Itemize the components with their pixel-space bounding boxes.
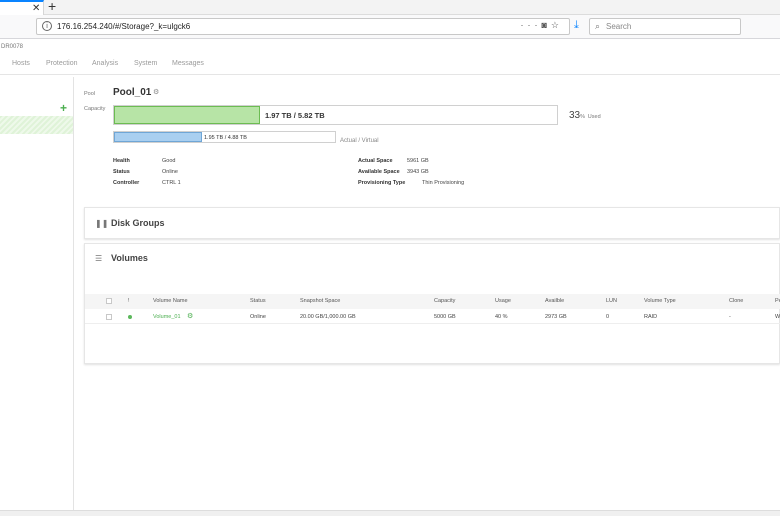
table-row[interactable]: Volume_01 ⚙ Online 20.00 GB/1,000.00 GB … <box>85 309 780 324</box>
search-input[interactable]: ⌕ Search <box>589 18 741 35</box>
nav-hosts[interactable]: Hosts <box>12 60 30 67</box>
pool-label: Pool <box>84 91 96 97</box>
volumes-table-header: ! Volume Name Status Snapshot Space Capa… <box>85 294 780 309</box>
volume-available: 2973 GB <box>545 314 567 320</box>
detail-label-health: Health <box>113 158 130 164</box>
info-icon[interactable]: i <box>42 21 52 31</box>
detail-label-status: Status <box>113 169 130 175</box>
bookmark-star-icon[interactable]: ☆ <box>551 20 563 30</box>
status-strip <box>0 510 780 516</box>
detail-value-actual-space: 5961 GB <box>407 158 429 164</box>
app-brand: DR0078 <box>1 44 24 50</box>
col-alert: ! <box>128 298 130 304</box>
pool-name: Pool_01 <box>113 87 152 98</box>
detail-value-health: Good <box>162 158 176 164</box>
search-icon: ⌕ <box>595 21 601 31</box>
volume-clone: - <box>729 314 731 320</box>
capacity-label: Capacity <box>84 106 106 112</box>
nav-analysis[interactable]: Analysis <box>92 60 118 67</box>
detail-value-status: Online <box>162 169 178 175</box>
search-placeholder: Search <box>606 22 632 31</box>
disk-groups-title[interactable]: Disk Groups <box>111 218 165 228</box>
browser-tab[interactable]: ✕ <box>0 0 44 15</box>
col-snapshot-space[interactable]: Snapshot Space <box>300 298 340 304</box>
nav-messages[interactable]: Messages <box>172 60 204 67</box>
col-clone[interactable]: Clone <box>729 298 743 304</box>
app-nav: Hosts Protection Analysis System Message… <box>0 53 780 75</box>
detail-value-available-space: 3943 GB <box>407 169 429 175</box>
database-icon: ☰ <box>95 254 103 263</box>
pocket-icon[interactable]: ◙ <box>541 20 550 30</box>
used-percent-value: 33 <box>569 110 581 121</box>
col-pe[interactable]: Pe <box>775 298 780 304</box>
virtual-fill <box>114 132 203 142</box>
disk-groups-panel[interactable]: ❚❚ Disk Groups <box>84 207 780 239</box>
detail-label-actual-space: Actual Space <box>358 158 393 164</box>
select-all-checkbox[interactable] <box>106 298 112 304</box>
col-usage[interactable]: Usage <box>495 298 511 304</box>
nav-system[interactable]: System <box>134 60 157 67</box>
detail-label-controller: Controller <box>113 180 140 186</box>
browser-tabbar: ✕ + <box>0 0 780 15</box>
volume-usage: 40 % <box>495 314 508 320</box>
new-tab-icon[interactable]: + <box>48 0 56 14</box>
capacity-fill <box>114 106 261 124</box>
col-capacity[interactable]: Capacity <box>434 298 455 304</box>
detail-label-provisioning: Provisioning Type <box>358 180 406 186</box>
volumes-title: Volumes <box>111 253 148 263</box>
row-checkbox[interactable] <box>106 314 112 320</box>
more-icon[interactable]: ··· <box>520 20 541 30</box>
capacity-text: 1.97 TB / 5.82 TB <box>265 111 325 120</box>
col-volume-name[interactable]: Volume Name <box>153 298 188 304</box>
used-percent-unit: % <box>580 114 586 120</box>
download-icon[interactable]: ⤓ <box>574 19 579 32</box>
gear-icon[interactable]: ⚙ <box>187 312 193 320</box>
main-content: Pool Pool_01 ⚙ Capacity 1.97 TB / 5.82 T… <box>84 77 780 516</box>
disk-groups-icon: ❚❚ <box>95 219 109 228</box>
detail-value-provisioning: Thin Provisioning <box>422 180 465 186</box>
sidebar-item-selected[interactable] <box>0 116 73 134</box>
used-percent: 33% Used <box>569 110 601 121</box>
status-dot-icon <box>128 315 132 319</box>
volume-name-link[interactable]: Volume_01 <box>153 314 181 320</box>
col-lun[interactable]: LUN <box>606 298 617 304</box>
url-text[interactable]: 176.16.254.240/#/Storage?_k=ulgck6 <box>57 22 190 31</box>
col-available[interactable]: Availble <box>545 298 564 304</box>
volume-pe: W <box>775 314 780 320</box>
volume-lun: 0 <box>606 314 610 320</box>
virtual-bar: 1.95 TB / 4.88 TB <box>113 131 336 143</box>
nav-protection[interactable]: Protection <box>46 60 78 67</box>
url-actions: ···◙☆ <box>520 20 563 31</box>
close-icon[interactable]: ✕ <box>32 3 40 14</box>
sidebar: + <box>0 77 74 516</box>
gear-icon[interactable]: ⚙ <box>153 88 159 96</box>
virtual-label: Actual / Virtual <box>340 138 379 144</box>
volume-type: RAID <box>644 314 658 320</box>
volume-capacity: 5000 GB <box>434 314 456 320</box>
virtual-text: 1.95 TB / 4.88 TB <box>204 135 247 141</box>
col-status[interactable]: Status <box>250 298 266 304</box>
browser-navbar: i 176.16.254.240/#/Storage?_k=ulgck6 ···… <box>0 15 780 39</box>
volume-snapshot: 20.00 GB/1,000.00 GB <box>300 314 356 320</box>
url-bar[interactable]: i 176.16.254.240/#/Storage?_k=ulgck6 ···… <box>36 18 570 35</box>
volume-status: Online <box>250 314 266 320</box>
detail-value-controller: CTRL 1 <box>162 180 181 186</box>
add-icon[interactable]: + <box>60 101 67 115</box>
detail-label-available-space: Available Space <box>358 169 400 175</box>
volumes-panel: ☰ Volumes ! Volume Name Status Snapshot … <box>84 243 780 364</box>
col-volume-type[interactable]: Volume Type <box>644 298 676 304</box>
capacity-bar: 1.97 TB / 5.82 TB <box>113 105 558 125</box>
used-label: Used <box>587 114 601 120</box>
